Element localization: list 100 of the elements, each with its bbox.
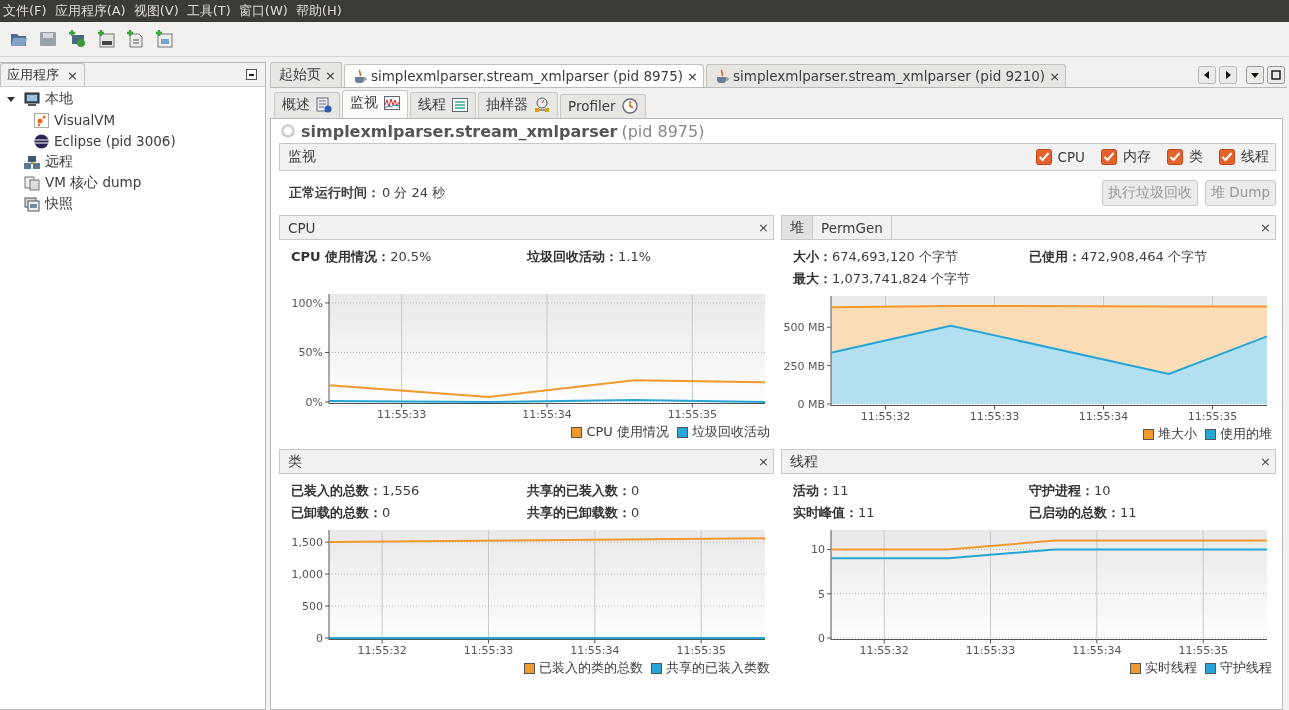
axis-label: 11:55:32 [859, 644, 909, 657]
axis-label: 0% [305, 396, 323, 409]
menu-item[interactable]: 视图(V) [133, 2, 179, 20]
stat-value: 1.1% [618, 249, 652, 264]
legend-label: 垃圾回收活动 [692, 423, 770, 441]
view-tab[interactable]: 抽样器 [478, 92, 558, 118]
scroll-right-icon[interactable] [1219, 65, 1237, 84]
network-icon [24, 154, 40, 170]
axis-label: 100% [291, 296, 323, 310]
minimize-icon[interactable] [246, 69, 257, 80]
axis-label: 11:55:35 [667, 408, 718, 421]
close-button[interactable]: × [1260, 454, 1271, 469]
axis-label: 11:55:34 [1078, 410, 1129, 423]
panel-title: 线程 [789, 452, 818, 471]
checkbox-label: 类 [1189, 148, 1203, 166]
panel-title: 类 [287, 452, 302, 471]
process-id: (pid 8975) [621, 121, 705, 141]
axis-label: 11:55:34 [1072, 644, 1122, 657]
axis-label: 0 MB [797, 398, 825, 411]
stat-label: 已使用： [1029, 249, 1081, 264]
axis-label: 11:55:32 [357, 644, 407, 657]
stat-label: 垃圾回收活动： [527, 249, 618, 264]
legend-label: 使用的堆 [1220, 425, 1272, 443]
tree-item[interactable]: Eclipse (pid 3006) [54, 133, 176, 149]
dropdown-icon[interactable] [1246, 65, 1264, 84]
close-button[interactable]: × [1260, 220, 1271, 235]
snapshot-icon [24, 196, 40, 212]
menu-item[interactable]: 帮助(H) [295, 2, 342, 20]
gauge-icon [534, 97, 550, 113]
panel-title: CPU [287, 219, 316, 236]
chart-icon [384, 95, 400, 111]
list-icon [452, 97, 468, 113]
axis-label: 50% [298, 346, 323, 360]
stat-value: 10 [1094, 483, 1111, 498]
axis-label: 10 [811, 543, 825, 557]
view-tab[interactable]: Profiler [560, 94, 646, 118]
stat-label: 已装入的总数： [291, 483, 382, 498]
view-tab[interactable]: 概述 [274, 92, 340, 118]
tree-item[interactable]: 快照 [45, 195, 73, 213]
tree-item[interactable]: VisualVM [54, 112, 116, 128]
close-button[interactable]: × [325, 67, 336, 83]
stat-value: 11 [858, 505, 875, 520]
checkbox-label: 线程 [1241, 148, 1269, 166]
axis-label: 11:55:34 [522, 408, 572, 421]
stat-value: 1,556 [382, 483, 420, 498]
add-jmx-icon[interactable] [97, 30, 115, 48]
close-button[interactable]: × [1049, 68, 1061, 84]
expand-arrow-icon[interactable] [7, 94, 16, 104]
stat-label: 已卸载的总数： [291, 505, 382, 520]
tree-item[interactable]: VM 核心 dump [45, 174, 142, 192]
menu-item[interactable]: 工具(T) [186, 2, 231, 20]
axis-label: 1,000 [291, 568, 323, 582]
stat-value: 472,908,464 个字节 [1081, 249, 1207, 264]
add-host-icon[interactable] [68, 30, 86, 48]
close-button[interactable]: × [758, 454, 769, 469]
checkbox[interactable] [1167, 149, 1183, 165]
add-dump-icon[interactable] [126, 30, 144, 48]
panel-tab[interactable]: 应用程序 × [0, 63, 85, 86]
axis-label: 11:55:35 [676, 644, 726, 657]
panel-tab[interactable]: 堆 [782, 216, 813, 239]
stat-label: 共享的已装入数： [527, 483, 631, 498]
stat-label: 大小： [793, 249, 832, 264]
stat-value: 674,693,120 个字节 [832, 249, 958, 264]
checkbox[interactable] [1035, 149, 1052, 165]
close-button[interactable]: × [758, 220, 769, 235]
legend-label: 已装入的类的总数 [539, 659, 643, 677]
stat-label: 最大： [793, 271, 832, 286]
view-tab[interactable]: 监视 [342, 90, 408, 118]
menu-item[interactable]: 文件(F) [3, 2, 47, 20]
checkbox-label: CPU [1057, 149, 1085, 165]
stat-value: 0 [631, 483, 640, 498]
stat-label: 正常运行时间： [289, 184, 380, 202]
close-button[interactable]: × [687, 68, 698, 84]
documents-icon [24, 175, 40, 191]
view-tab[interactable]: 线程 [410, 92, 476, 118]
checkbox[interactable] [1101, 149, 1117, 165]
add-snapshot-icon[interactable] [155, 30, 173, 48]
tree-item[interactable]: 远程 [45, 153, 73, 171]
document-tab[interactable]: 起始页 × [270, 62, 342, 87]
axis-label: 11:55:33 [965, 644, 1016, 657]
stat-value: 0 [631, 505, 640, 520]
menu-item[interactable]: 窗口(W) [238, 2, 288, 20]
axis-label: 0 [316, 632, 323, 645]
panel-tab[interactable]: PermGen [813, 216, 892, 239]
checkbox[interactable] [1219, 149, 1235, 165]
legend-label: 堆大小 [1158, 425, 1197, 443]
close-button[interactable]: × [67, 67, 78, 83]
tree-item[interactable]: 本地 [45, 90, 73, 108]
stat-label: CPU 使用情况： [291, 249, 391, 264]
stat-label: 已启动的总数： [1029, 505, 1120, 520]
document-tab[interactable]: simplexmlparser.stream_xmlparser (pid 9210) × [705, 64, 1067, 87]
axis-label: 5 [818, 587, 825, 601]
checkbox-label: 内存 [1123, 148, 1151, 166]
maximize-icon[interactable] [1267, 65, 1285, 84]
document-tab[interactable]: simplexmlparser.stream_xmlparser (pid 8975) × [343, 64, 704, 87]
info-document-icon [316, 97, 332, 113]
stat-value: 20.5% [390, 249, 432, 264]
scroll-left-icon[interactable] [1198, 65, 1216, 84]
menu-item[interactable]: 应用程序(A) [54, 2, 126, 20]
clock-icon [621, 98, 638, 114]
